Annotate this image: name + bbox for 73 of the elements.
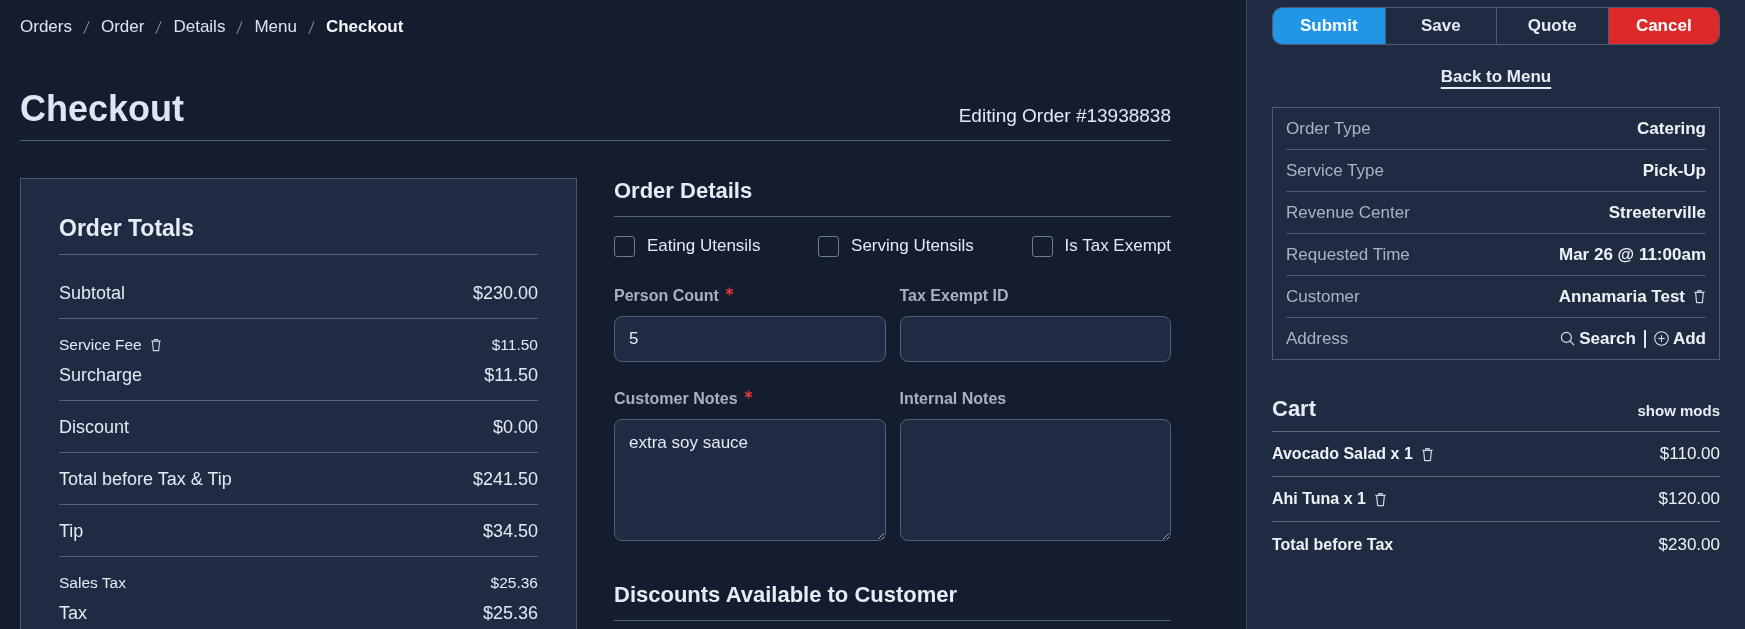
cart-item-price: $110.00 [1659, 444, 1720, 464]
input-field[interactable]: 5 [614, 316, 886, 362]
input-field[interactable] [899, 316, 1171, 362]
slash-icon [82, 19, 90, 35]
breadcrumb-link[interactable]: Orders [20, 16, 72, 38]
breadcrumb-link[interactable]: Checkout [325, 16, 404, 38]
page-title: Checkout [20, 88, 185, 130]
total-value: $230.00 [472, 282, 538, 305]
total-label: Subtotal [59, 282, 126, 305]
cart-item-name: Ahi Tuna x 1 [1272, 490, 1366, 508]
info-value: Catering [1637, 118, 1706, 139]
info-value: Streeterville [1608, 202, 1706, 223]
section-title: Order Details [614, 178, 1171, 217]
total-label: Surcharge [59, 364, 143, 387]
checkbox-label: Serving Utensils [851, 235, 974, 257]
plus-circle-icon [1653, 331, 1669, 346]
trash-icon[interactable] [149, 338, 162, 352]
total-label: Sales Tax [59, 573, 126, 593]
total-value: $11.50 [491, 335, 538, 355]
slash-icon [155, 19, 163, 35]
total-label: Tip [59, 520, 84, 543]
cart-total-label: Total before Tax [1272, 536, 1394, 554]
checkbox-label: Is Tax Exempt [1064, 235, 1171, 257]
back-link[interactable]: Back to Menu [1440, 67, 1552, 86]
total-value: $25.36 [490, 573, 538, 593]
total-value: $34.50 [482, 520, 538, 543]
text-area[interactable]: extra soy sauce [614, 419, 886, 541]
breadcrumb-link[interactable]: Details [173, 16, 226, 38]
info-label: Customer [1286, 286, 1360, 307]
breadcrumb-link[interactable]: Order [100, 16, 145, 38]
cart-total-value: $230.00 [1658, 535, 1720, 555]
info-value: Mar 26 @ 11:00am [1559, 244, 1706, 265]
cart-item-name: Avocado Salad x 1 [1272, 445, 1413, 463]
search-icon [1560, 331, 1576, 346]
total-value: $25.36 [482, 602, 538, 625]
section-title: Discounts Available to Customer [614, 581, 1171, 621]
address-link[interactable]: Search [1560, 328, 1636, 349]
info-label: Service Type [1286, 160, 1384, 181]
breadcrumb-link[interactable]: Menu [254, 16, 297, 38]
checkbox[interactable] [818, 235, 840, 257]
trash-icon[interactable] [1693, 289, 1706, 304]
show-mods-link[interactable]: show mods [1637, 402, 1720, 419]
info-label: Revenue Center [1286, 202, 1410, 223]
info-label: Order Type [1286, 118, 1371, 139]
slash-icon [307, 19, 315, 35]
field-label: Internal Notes [899, 389, 1007, 409]
field-label: Person Count [614, 286, 719, 306]
slash-icon [236, 19, 244, 35]
address-link[interactable]: Add [1653, 328, 1706, 349]
total-value: $241.50 [472, 468, 538, 491]
info-value: Pick-Up [1642, 160, 1706, 181]
cart-title: Cart [1272, 396, 1316, 422]
checkbox-label: Eating Utensils [647, 235, 761, 257]
cart-item-price: $120.00 [1658, 489, 1720, 509]
checkbox[interactable] [614, 235, 635, 257]
field-label: Customer Notes [614, 389, 738, 409]
checkbox[interactable] [1031, 235, 1053, 257]
text-area[interactable] [899, 419, 1171, 541]
trash-icon[interactable] [1373, 491, 1387, 507]
total-label: Tax [59, 602, 87, 625]
info-label: Address [1286, 328, 1349, 349]
trash-icon[interactable] [1420, 446, 1434, 462]
total-label: Service Fee [59, 335, 142, 355]
info-label: Requested Time [1286, 244, 1410, 265]
total-label: Discount [59, 416, 130, 439]
field-label: Tax Exempt ID [899, 286, 1009, 306]
total-value: $0.00 [492, 416, 538, 439]
action-button[interactable]: Cancel [1607, 8, 1719, 44]
total-value: $11.50 [484, 364, 538, 387]
total-label: Total before Tax & Tip [59, 468, 232, 491]
section-title: Order Totals [59, 213, 538, 255]
order-number: Editing Order #13938838 [958, 104, 1171, 128]
info-value: Annamaria Test [1558, 286, 1685, 307]
